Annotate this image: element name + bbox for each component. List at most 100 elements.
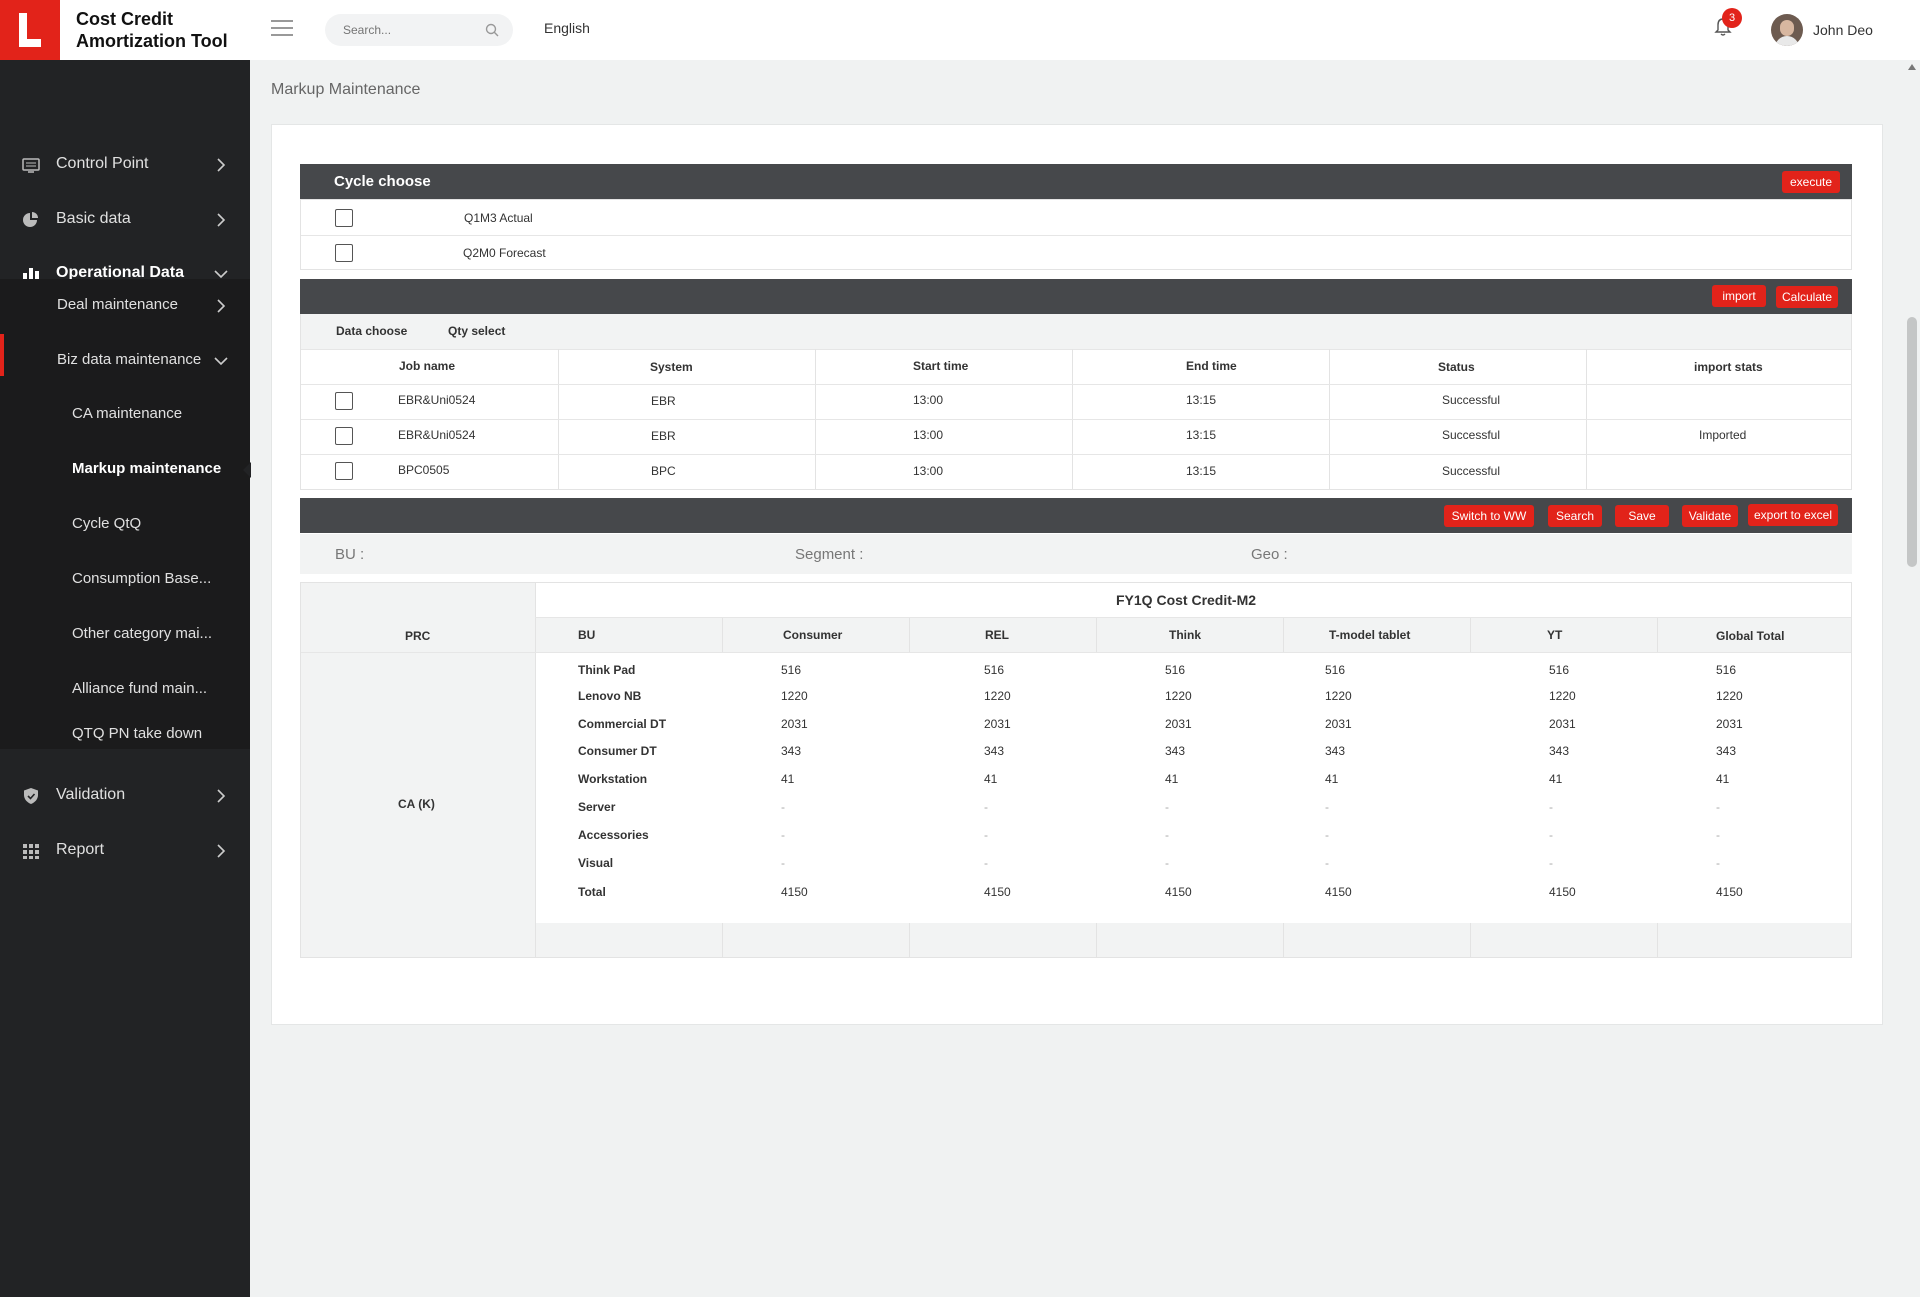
app-logo[interactable] [0,0,60,60]
table-cell[interactable]: - [1716,800,1720,814]
validate-button[interactable]: Validate [1682,505,1738,527]
cycle-option-checkbox[interactable] [335,209,353,227]
job-start-time: 13:00 [913,393,944,407]
switch-to-ww-button[interactable]: Switch to WW [1444,505,1534,527]
table-cell[interactable]: - [1549,828,1553,842]
search-input[interactable] [343,21,473,39]
table-cell[interactable]: 2031 [1549,717,1576,731]
row-checkbox[interactable] [335,427,353,445]
sidebar-item-alliance-fund[interactable]: Alliance fund main... [0,663,250,717]
table-cell[interactable]: 1220 [1716,689,1743,703]
tab-qty-select[interactable]: Qty select [448,324,505,338]
row-checkbox[interactable] [335,392,353,410]
table-cell[interactable]: - [1325,856,1329,870]
bu-filter-label[interactable]: BU : [335,546,364,563]
table-cell[interactable]: 516 [781,663,801,677]
geo-filter-label[interactable]: Geo : [1251,546,1288,563]
table-cell[interactable]: - [1165,828,1169,842]
table-cell[interactable]: 2031 [1716,717,1743,731]
table-cell[interactable]: - [781,828,785,842]
tab-data-choose[interactable]: Data choose [336,324,407,338]
table-cell[interactable]: - [1549,856,1553,870]
table-cell[interactable]: 1220 [1325,689,1352,703]
table-cell[interactable]: - [1325,800,1329,814]
table-cell[interactable]: 1220 [1549,689,1576,703]
table-cell[interactable]: 1220 [984,689,1011,703]
table-cell[interactable]: - [1716,856,1720,870]
execute-button[interactable]: execute [1782,171,1840,193]
table-cell[interactable]: - [1716,828,1720,842]
sidebar-item-other-category[interactable]: Other category mai... [0,608,250,662]
sidebar-item-validation[interactable]: Validation [0,769,250,821]
chevron-right-icon [217,299,226,313]
scroll-up-arrow[interactable] [1908,64,1916,70]
table-cell[interactable]: 41 [781,772,794,786]
table-cell[interactable]: 41 [1165,772,1178,786]
segment-filter-label[interactable]: Segment : [795,546,863,563]
sidebar-item-deal-maintenance[interactable]: Deal maintenance [0,279,250,333]
table-cell[interactable]: 516 [1165,663,1185,677]
page-scrollbar[interactable] [1904,60,1920,1297]
sidebar-item-report[interactable]: Report [0,824,250,878]
table-cell[interactable]: - [1325,828,1329,842]
sidebar-item-control-point[interactable]: Control Point [0,138,250,192]
language-selector[interactable]: English [544,20,590,36]
export-to-excel-button[interactable]: export to excel [1748,504,1838,526]
table-cell[interactable]: - [781,856,785,870]
table-cell[interactable]: 41 [984,772,997,786]
table-cell[interactable]: - [1549,800,1553,814]
sidebar-item-consumption-base[interactable]: Consumption Base... [0,553,250,607]
table-cell[interactable]: - [781,800,785,814]
calculate-button[interactable]: Calculate [1776,286,1838,308]
table-cell[interactable]: 2031 [984,717,1011,731]
table-cell[interactable]: 343 [984,744,1004,758]
table-cell[interactable]: 4150 [984,885,1011,899]
table-cell[interactable]: 2031 [1165,717,1192,731]
job-name: EBR&Uni0524 [398,428,476,442]
table-cell[interactable]: 4150 [1325,885,1352,899]
table-cell[interactable]: 2031 [1325,717,1352,731]
search-icon[interactable] [485,23,499,37]
job-start-time: 13:00 [913,464,944,478]
table-cell[interactable]: 41 [1716,772,1729,786]
table-cell[interactable]: - [984,800,988,814]
table-cell[interactable]: 4150 [781,885,808,899]
table-cell[interactable]: 41 [1549,772,1562,786]
sidebar-item-cycle-qtq[interactable]: Cycle QtQ [0,498,250,552]
table-cell[interactable]: 516 [984,663,1004,677]
cycle-option-checkbox[interactable] [335,244,353,262]
import-button[interactable]: import [1712,285,1766,307]
table-cell[interactable]: 516 [1549,663,1569,677]
table-cell[interactable]: 516 [1716,663,1736,677]
table-cell[interactable]: 343 [781,744,801,758]
table-cell[interactable]: - [984,856,988,870]
table-cell[interactable]: 4150 [1716,885,1743,899]
sidebar-item-ca-maintenance[interactable]: CA maintenance [0,388,250,442]
user-name[interactable]: John Deo [1813,22,1873,38]
save-button[interactable]: Save [1615,505,1669,527]
table-cell[interactable]: 343 [1325,744,1345,758]
avatar[interactable] [1771,14,1803,46]
table-cell[interactable]: - [1165,800,1169,814]
hamburger-menu-icon[interactable] [271,20,293,36]
table-cell[interactable]: 343 [1549,744,1569,758]
sidebar-item-markup-maintenance[interactable]: Markup maintenance [0,443,251,497]
table-cell[interactable]: 343 [1716,744,1736,758]
table-cell[interactable]: 1220 [781,689,808,703]
search-button[interactable]: Search [1548,505,1602,527]
table-cell[interactable]: 41 [1325,772,1338,786]
search-box[interactable] [325,14,513,46]
table-cell[interactable]: 343 [1165,744,1185,758]
sidebar-item-qtq-pn-take-down[interactable]: QTQ PN take down [0,718,250,749]
table-cell[interactable]: - [984,828,988,842]
table-cell[interactable]: 4150 [1165,885,1192,899]
table-cell[interactable]: - [1165,856,1169,870]
scroll-thumb[interactable] [1907,317,1917,567]
table-cell[interactable]: 4150 [1549,885,1576,899]
row-checkbox[interactable] [335,462,353,480]
sidebar-item-biz-data-maintenance[interactable]: Biz data maintenance [0,334,250,388]
table-cell[interactable]: 516 [1325,663,1345,677]
sidebar-item-basic-data[interactable]: Basic data [0,193,250,247]
table-cell[interactable]: 2031 [781,717,808,731]
table-cell[interactable]: 1220 [1165,689,1192,703]
